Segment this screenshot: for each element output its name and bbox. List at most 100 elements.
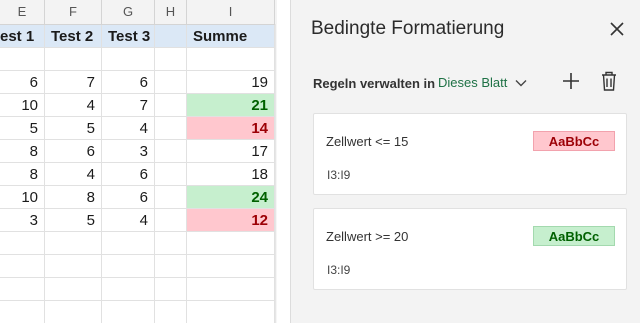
cell-g[interactable]: 6: [102, 71, 155, 94]
cell-f[interactable]: 4: [45, 163, 102, 186]
cell-h[interactable]: [155, 48, 187, 71]
header-cell-test3[interactable]: Test 3: [102, 25, 155, 48]
cell-e[interactable]: 5: [0, 117, 45, 140]
table-row: [0, 278, 277, 301]
cell-i[interactable]: 17: [187, 140, 275, 163]
cell-e[interactable]: [0, 48, 45, 71]
cell-i[interactable]: [187, 278, 275, 301]
table-row: 10 4 7 21: [0, 94, 277, 117]
cell-f[interactable]: [45, 232, 102, 255]
chevron-down-icon: [515, 79, 527, 86]
cell-h[interactable]: [155, 117, 187, 140]
cell-g[interactable]: [102, 255, 155, 278]
rule-condition: Zellwert <= 15: [326, 134, 409, 149]
cell-i[interactable]: 24: [187, 186, 275, 209]
column-header-i[interactable]: I: [187, 0, 275, 24]
cell-h[interactable]: [155, 232, 187, 255]
cell-f[interactable]: 8: [45, 186, 102, 209]
cell-f[interactable]: 4: [45, 94, 102, 117]
sheet-vertical-scrollbar[interactable]: [275, 24, 277, 323]
cell-f[interactable]: [45, 48, 102, 71]
cell-h[interactable]: [155, 278, 187, 301]
close-icon: [610, 22, 624, 36]
table-row: 3 5 4 12: [0, 209, 277, 232]
cell-e[interactable]: 6: [0, 71, 45, 94]
cell-f[interactable]: [45, 255, 102, 278]
rule-condition: Zellwert >= 20: [326, 229, 409, 244]
cell-g[interactable]: [102, 232, 155, 255]
rule-format-preview: AaBbCc: [533, 131, 615, 151]
cell-f[interactable]: 5: [45, 117, 102, 140]
column-header-e[interactable]: E: [0, 0, 45, 24]
cell-f[interactable]: [45, 301, 102, 323]
cell-g[interactable]: 7: [102, 94, 155, 117]
cell-i[interactable]: [187, 48, 275, 71]
scope-dropdown[interactable]: Dieses Blatt: [438, 75, 527, 90]
table-row: [0, 48, 277, 71]
column-header-g[interactable]: G: [102, 0, 155, 24]
plus-icon: [563, 73, 579, 89]
rule-card-1[interactable]: Zellwert <= 15 AaBbCc I3:I9: [313, 113, 627, 195]
cell-h[interactable]: [155, 163, 187, 186]
cell-f[interactable]: 5: [45, 209, 102, 232]
cell-i[interactable]: 19: [187, 71, 275, 94]
cell-h[interactable]: [155, 186, 187, 209]
cell-e[interactable]: 3: [0, 209, 45, 232]
cell-g[interactable]: 6: [102, 163, 155, 186]
cell-f[interactable]: 7: [45, 71, 102, 94]
cell-e[interactable]: 10: [0, 186, 45, 209]
cell-e[interactable]: 8: [0, 140, 45, 163]
cell-f[interactable]: [45, 278, 102, 301]
spreadsheet-grid[interactable]: E F G H I est 1 Test 2 Test 3 Summe 6761…: [0, 0, 277, 323]
cell-g[interactable]: 3: [102, 140, 155, 163]
delete-rules-button[interactable]: [600, 70, 618, 92]
cell-e[interactable]: [0, 255, 45, 278]
cell-i[interactable]: 12: [187, 209, 275, 232]
header-cell-test2[interactable]: Test 2: [45, 25, 102, 48]
column-header-f[interactable]: F: [45, 0, 102, 24]
add-rule-button[interactable]: [561, 70, 581, 92]
header-cell-test1[interactable]: est 1: [0, 25, 45, 48]
header-cell-empty[interactable]: [155, 25, 187, 48]
table-row: [0, 232, 277, 255]
cell-h[interactable]: [155, 140, 187, 163]
cell-e[interactable]: 10: [0, 94, 45, 117]
conditional-formatting-pane: Bedingte Formatierung Regeln verwalten i…: [290, 0, 640, 323]
rule-card-2[interactable]: Zellwert >= 20 AaBbCc I3:I9: [313, 208, 627, 290]
cell-i[interactable]: [187, 301, 275, 323]
cell-i[interactable]: 14: [187, 117, 275, 140]
cell-e[interactable]: [0, 278, 45, 301]
cell-h[interactable]: [155, 209, 187, 232]
table-row: 8 6 3 17: [0, 140, 277, 163]
table-row: 8 4 6 18: [0, 163, 277, 186]
table-row: 5 5 4 14: [0, 117, 277, 140]
rule-range: I3:I9: [327, 263, 351, 277]
cell-h[interactable]: [155, 255, 187, 278]
cell-e[interactable]: [0, 232, 45, 255]
cell-i[interactable]: 21: [187, 94, 275, 117]
table-row: 6 7 6 19: [0, 71, 277, 94]
pane-title: Bedingte Formatierung: [311, 18, 505, 39]
header-cell-summe[interactable]: Summe: [187, 25, 275, 48]
cell-h[interactable]: [155, 71, 187, 94]
cell-i[interactable]: [187, 232, 275, 255]
cell-g[interactable]: 6: [102, 186, 155, 209]
cell-e[interactable]: 8: [0, 163, 45, 186]
cell-i[interactable]: [187, 255, 275, 278]
cell-g[interactable]: 4: [102, 209, 155, 232]
close-button[interactable]: [607, 19, 627, 39]
cell-e[interactable]: [0, 301, 45, 323]
column-header-h[interactable]: H: [155, 0, 187, 24]
manage-rules-label: Regeln verwalten in: [313, 76, 436, 91]
cell-i[interactable]: 18: [187, 163, 275, 186]
cell-h[interactable]: [155, 94, 187, 117]
cell-g[interactable]: [102, 301, 155, 323]
table-row: [0, 255, 277, 278]
rule-format-preview: AaBbCc: [533, 226, 615, 246]
cell-f[interactable]: 6: [45, 140, 102, 163]
cell-h[interactable]: [155, 301, 187, 323]
cell-g[interactable]: 4: [102, 117, 155, 140]
cell-g[interactable]: [102, 48, 155, 71]
table-row: [0, 301, 277, 323]
cell-g[interactable]: [102, 278, 155, 301]
